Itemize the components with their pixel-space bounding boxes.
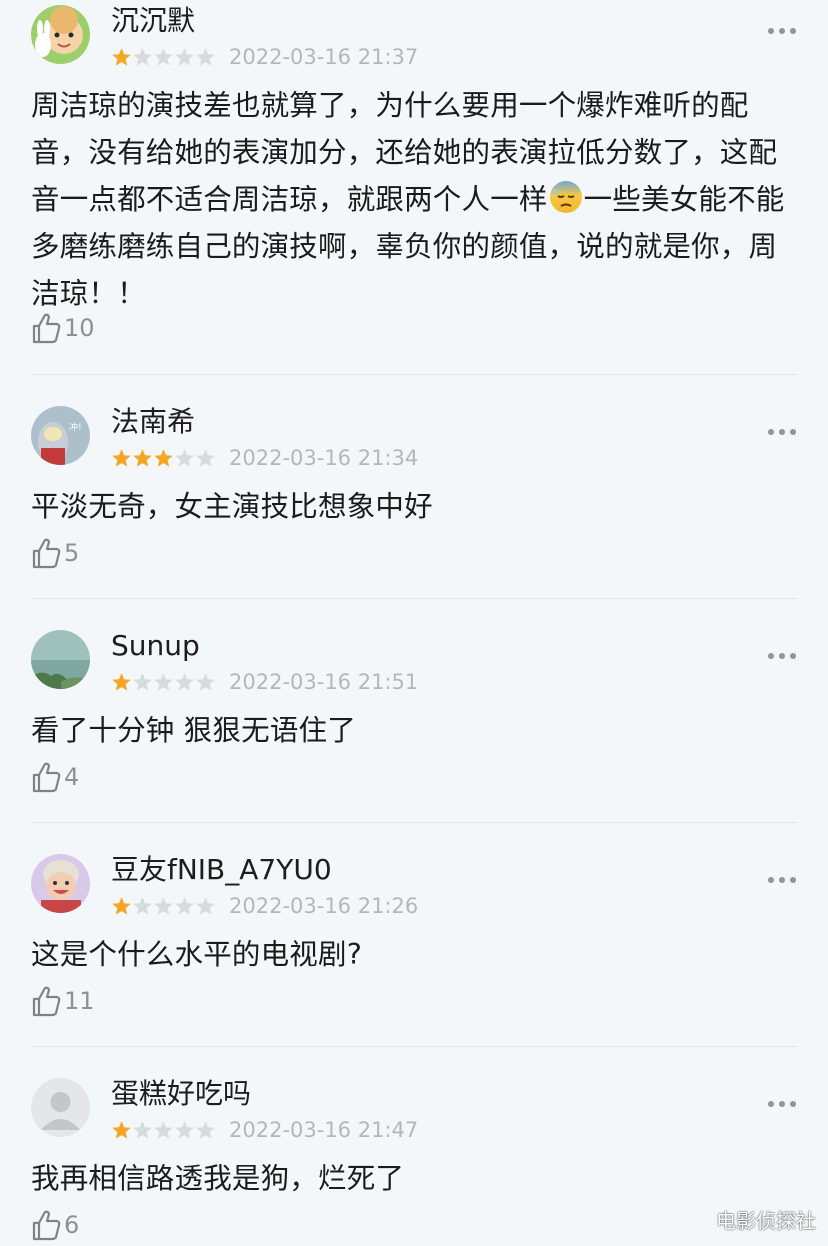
timestamp: 2022-03-16 21:26 (229, 894, 419, 918)
user-avatar[interactable] (31, 630, 90, 689)
star-icon (153, 47, 174, 68)
star-rating (111, 448, 216, 470)
star-icon (132, 448, 153, 469)
divider (31, 1046, 798, 1047)
more-dots-icon[interactable] (767, 875, 797, 885)
svg-text:冲!: 冲! (69, 421, 82, 433)
star-icon (153, 672, 174, 693)
like-button[interactable]: 10 (31, 312, 95, 346)
star-icon (132, 672, 153, 693)
username[interactable]: 沉沉默 (111, 3, 195, 39)
username[interactable]: 蛋糕好吃吗 (111, 1076, 251, 1112)
username[interactable]: Sunup (111, 628, 200, 664)
watermark: 电影侦探社 (716, 1209, 816, 1233)
user-avatar[interactable] (31, 854, 90, 913)
star-icon (195, 896, 216, 917)
like-count: 4 (64, 763, 80, 791)
comment-feed: 沉沉默 2022-03-16 21:37 周洁琼的演技差也就算了，为什么要用一个… (0, 0, 828, 1246)
user-avatar[interactable]: 冲! (31, 406, 90, 465)
divider (31, 822, 798, 823)
like-button[interactable]: 11 (31, 985, 95, 1019)
star-icon (195, 448, 216, 469)
star-icon (111, 672, 132, 693)
star-icon (111, 448, 132, 469)
more-dots-icon[interactable] (767, 427, 797, 437)
sweat-emoji-icon (548, 179, 584, 215)
star-icon (195, 672, 216, 693)
comment-text: 看了十分钟 狠狠无语住了 (31, 714, 356, 747)
like-button[interactable]: 5 (31, 537, 79, 571)
like-count: 11 (64, 987, 95, 1015)
star-icon (132, 1120, 153, 1141)
thumbs-up-icon (31, 985, 61, 1017)
star-icon (153, 448, 174, 469)
avatar-default (31, 1078, 90, 1137)
star-icon (174, 896, 195, 917)
star-icon (153, 896, 174, 917)
avatar-child-photo (31, 854, 90, 913)
divider (31, 374, 798, 375)
user-avatar[interactable] (31, 5, 90, 64)
star-icon (111, 47, 132, 68)
star-icon (195, 1120, 216, 1141)
star-icon (174, 47, 195, 68)
more-dots-icon[interactable] (767, 26, 797, 36)
thumbs-up-icon (31, 312, 61, 344)
star-icon (111, 1120, 132, 1141)
star-rating (111, 896, 216, 918)
timestamp: 2022-03-16 21:47 (229, 1118, 419, 1142)
thumbs-up-icon (31, 1209, 61, 1241)
timestamp: 2022-03-16 21:37 (229, 45, 419, 69)
star-icon (153, 1120, 174, 1141)
more-dots-icon[interactable] (767, 1099, 797, 1109)
comment-text: 周洁琼的演技差也就算了，为什么要用一个爆炸难听的配音，没有给她的表演加分，还给她… (31, 82, 801, 317)
username[interactable]: 豆友fNIB_A7YU0 (111, 852, 332, 888)
thumbs-up-icon (31, 761, 61, 793)
comment-text: 我再相信路透我是狗，烂死了 (31, 1162, 405, 1195)
star-icon (132, 47, 153, 68)
star-icon (132, 896, 153, 917)
like-count: 6 (64, 1211, 80, 1239)
avatar-cartoon-baby (31, 5, 90, 64)
avatar-landscape (31, 630, 90, 689)
like-count: 5 (64, 539, 80, 567)
like-button[interactable]: 6 (31, 1209, 79, 1243)
comment-text: 平淡无奇，女主演技比想象中好 (31, 490, 433, 523)
thumbs-up-icon (31, 537, 61, 569)
star-rating (111, 672, 216, 694)
like-count: 10 (64, 314, 95, 342)
star-rating (111, 47, 216, 69)
star-icon (174, 1120, 195, 1141)
user-avatar[interactable] (31, 1078, 90, 1137)
avatar-ultraman: 冲! (31, 406, 90, 465)
star-icon (174, 448, 195, 469)
timestamp: 2022-03-16 21:51 (229, 670, 419, 694)
star-rating (111, 1120, 216, 1142)
comment-text: 这是个什么水平的电视剧? (31, 938, 363, 971)
more-dots-icon[interactable] (767, 651, 797, 661)
star-icon (111, 896, 132, 917)
star-icon (195, 47, 216, 68)
timestamp: 2022-03-16 21:34 (229, 446, 419, 470)
divider (31, 598, 798, 599)
username[interactable]: 法南希 (111, 404, 195, 440)
star-icon (174, 672, 195, 693)
like-button[interactable]: 4 (31, 761, 79, 795)
